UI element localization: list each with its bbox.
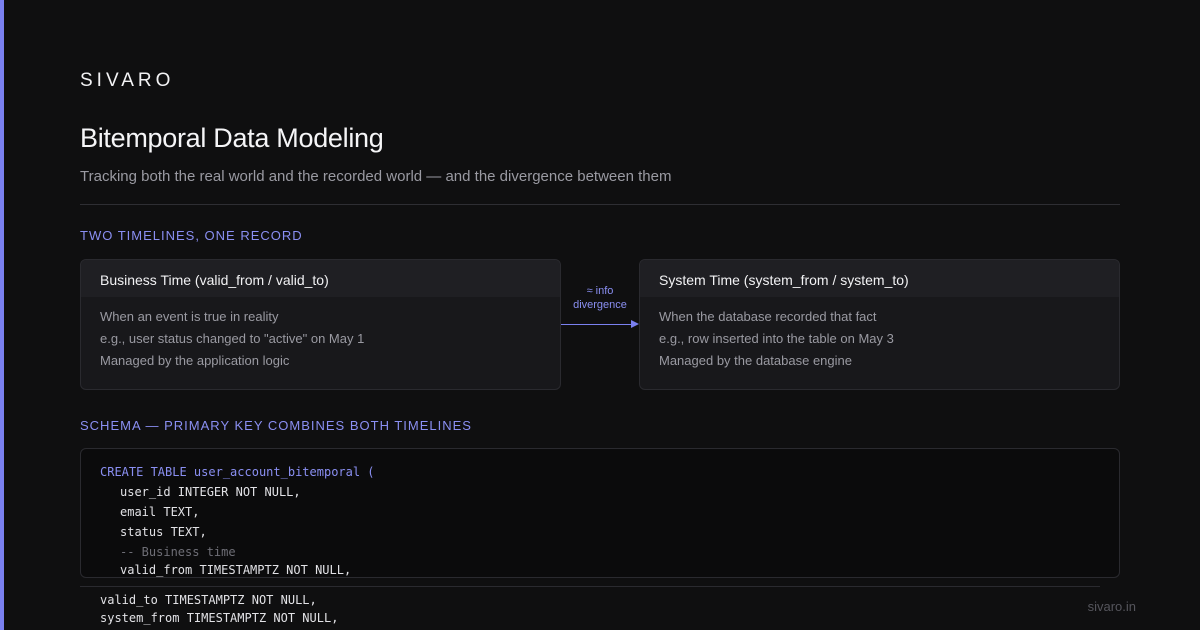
schema-code-block: CREATE TABLE user_account_bitemporal ( u…: [80, 448, 1120, 578]
section-label-timelines: TWO TIMELINES, ONE RECORD: [80, 228, 303, 243]
business-time-body: When an event is true in reality e.g., u…: [81, 297, 560, 375]
code-line: status TEXT,: [120, 525, 207, 539]
code-line: CREATE TABLE user_account_bitemporal (: [100, 465, 375, 479]
system-time-card: System Time (system_from / system_to) Wh…: [639, 259, 1120, 390]
divergence-label: ≈ info divergence: [561, 284, 639, 312]
code-line: user_id INTEGER NOT NULL,: [120, 485, 301, 499]
divergence-label-line1: ≈ info: [586, 285, 614, 297]
divergence-label-line2: divergence: [573, 299, 627, 311]
system-time-title: System Time (system_from / system_to): [640, 260, 1119, 297]
code-comment: -- Business time: [120, 545, 236, 559]
overflow-code: valid_to TIMESTAMPTZ NOT NULL, system_fr…: [100, 593, 338, 629]
code-line: system_from TIMESTAMPTZ NOT NULL,: [100, 611, 339, 625]
system-time-body: When the database recorded that fact e.g…: [640, 297, 1119, 375]
business-time-line: Managed by the application logic: [100, 353, 290, 368]
system-time-line: When the database recorded that fact: [659, 309, 877, 324]
accent-bar: [0, 0, 4, 630]
code-line: email TEXT,: [120, 505, 200, 519]
divergence-connector: ≈ info divergence: [561, 284, 639, 334]
arrow-right-icon: [631, 320, 639, 328]
business-time-title: Business Time (valid_from / valid_to): [81, 260, 560, 297]
business-time-line: When an event is true in reality: [100, 309, 279, 324]
code-line: valid_from TIMESTAMPTZ NOT NULL,: [120, 563, 352, 577]
business-time-line: e.g., user status changed to "active" on…: [100, 331, 365, 346]
header-divider: [80, 204, 1120, 205]
system-time-line: e.g., row inserted into the table on May…: [659, 331, 894, 346]
arrow-line: [561, 324, 631, 325]
system-time-line: Managed by the database engine: [659, 353, 852, 368]
section-label-schema: SCHEMA — PRIMARY KEY COMBINES BOTH TIMEL…: [80, 418, 472, 433]
page-subtitle: Tracking both the real world and the rec…: [80, 168, 672, 185]
page-title: Bitemporal Data Modeling: [80, 123, 384, 153]
brand-logo: SIVARO: [80, 70, 175, 91]
footer-url: sivaro.in: [1087, 599, 1136, 614]
code-line: valid_to TIMESTAMPTZ NOT NULL,: [100, 593, 317, 607]
business-time-card: Business Time (valid_from / valid_to) Wh…: [80, 259, 561, 390]
code-divider: [80, 586, 1100, 587]
